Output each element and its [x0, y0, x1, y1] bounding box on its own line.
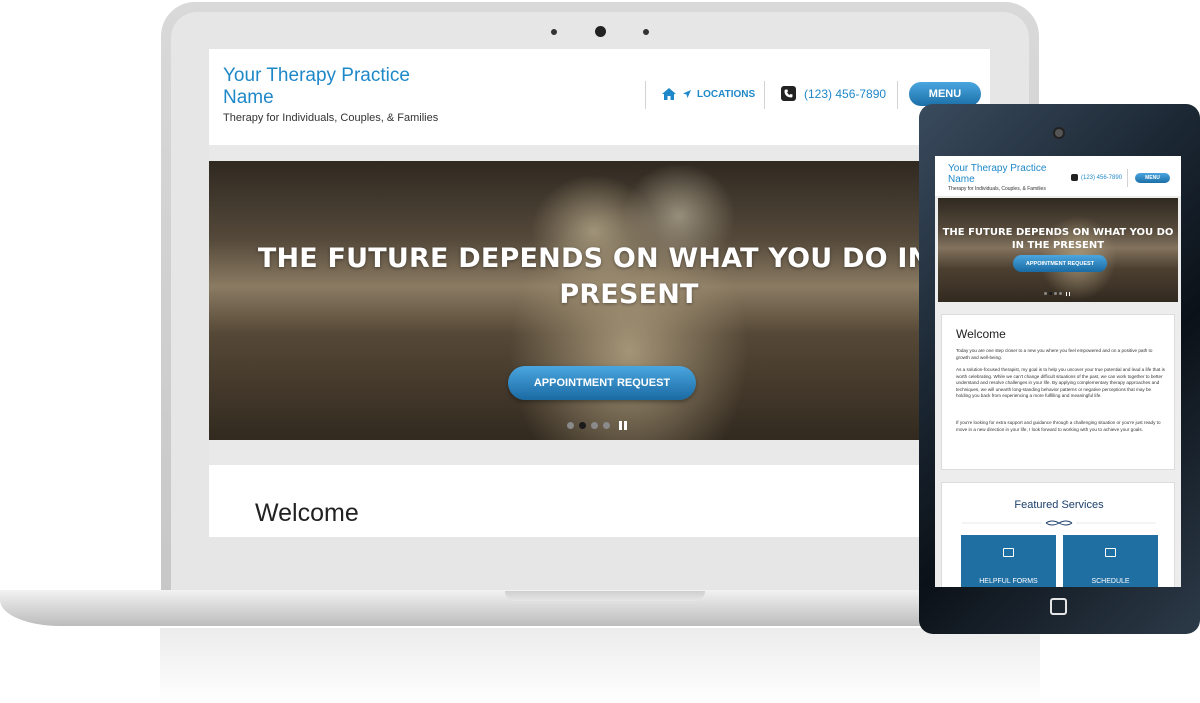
service-tile-schedule[interactable]: SCHEDULE	[1063, 535, 1158, 587]
slider-dots	[567, 421, 627, 430]
laptop-sensor-dot	[551, 29, 557, 35]
hero-slider: THE FUTURE DEPENDS ON WHAT YOU DO IN THE…	[209, 161, 990, 440]
mobile-site-header: Your Therapy Practice Name Therapy for I…	[935, 156, 1181, 196]
nav-divider	[1127, 169, 1128, 187]
device-mockup-stage: Your Therapy Practice Name Therapy for I…	[0, 0, 1200, 703]
featured-services-section: Featured Services HELPFUL FORMS SCHEDULE	[941, 482, 1175, 587]
service-tile-label: HELPFUL FORMS	[979, 578, 1038, 585]
slider-dot[interactable]	[567, 422, 574, 429]
laptop-screen: Your Therapy Practice Name Therapy for I…	[209, 49, 990, 537]
slider-dot-active[interactable]	[579, 422, 586, 429]
appointment-request-button[interactable]: APPOINTMENT REQUEST	[508, 366, 696, 400]
flourish-divider-icon	[962, 520, 1156, 526]
tablet-home-button[interactable]	[1050, 598, 1067, 615]
slider-dot[interactable]	[591, 422, 598, 429]
home-icon[interactable]	[661, 87, 677, 101]
featured-services-heading: Featured Services	[1014, 499, 1104, 511]
site-header: Your Therapy Practice Name Therapy for I…	[209, 49, 990, 145]
tablet-camera-icon	[1053, 127, 1065, 139]
mobile-welcome-section: Welcome Today you are one step closer to…	[941, 314, 1175, 470]
site-tagline: Therapy for Individuals, Couples, & Fami…	[223, 112, 439, 124]
slider-dot[interactable]	[603, 422, 610, 429]
welcome-paragraph: If you're looking for extra support and …	[956, 420, 1161, 432]
mobile-site-name[interactable]: Your Therapy Practice Name	[948, 163, 1058, 185]
phone-icon	[1071, 174, 1078, 181]
mobile-phone-number[interactable]: (123) 456-7890	[1081, 175, 1122, 181]
mobile-hero-slider: THE FUTURE DEPENDS ON WHAT YOU DO IN THE…	[938, 198, 1178, 302]
phone-link[interactable]: (123) 456-7890	[781, 86, 886, 101]
location-arrow-icon	[683, 90, 691, 98]
service-tile-helpful-forms[interactable]: HELPFUL FORMS	[961, 535, 1056, 587]
phone-number[interactable]: (123) 456-7890	[804, 87, 886, 101]
welcome-heading: Welcome	[255, 499, 359, 527]
pause-icon[interactable]	[1066, 292, 1070, 296]
brand[interactable]: Your Therapy Practice Name Therapy for I…	[223, 65, 453, 124]
phone-icon	[781, 86, 796, 101]
slider-dot[interactable]	[1059, 292, 1062, 295]
mobile-menu-button[interactable]: MENU	[1135, 173, 1170, 183]
welcome-paragraph: As a solution-focused therapist, my goal…	[956, 367, 1165, 399]
tablet-screen: Your Therapy Practice Name Therapy for I…	[935, 156, 1181, 587]
site-name[interactable]: Your Therapy Practice Name	[223, 65, 453, 109]
laptop-reflection	[160, 628, 1040, 703]
laptop-camera-icon	[595, 26, 606, 37]
nav-divider	[645, 81, 646, 109]
nav-divider	[764, 81, 765, 109]
locations-link[interactable]: LOCATIONS	[661, 87, 755, 101]
welcome-paragraph: Today you are one step closer to a new y…	[956, 348, 1153, 360]
mobile-phone-link[interactable]: (123) 456-7890	[1071, 174, 1122, 181]
forms-icon	[1003, 548, 1014, 557]
laptop-sensor-dot	[643, 29, 649, 35]
calendar-icon	[1105, 548, 1116, 557]
mobile-slider-dots	[1044, 292, 1070, 296]
service-tile-label: SCHEDULE	[1091, 578, 1130, 585]
laptop-notch	[505, 591, 705, 601]
pause-icon[interactable]	[619, 421, 627, 430]
mobile-appointment-request-button[interactable]: APPOINTMENT REQUEST	[1013, 255, 1107, 272]
mobile-site-tagline: Therapy for Individuals, Couples, & Fami…	[948, 186, 1046, 192]
locations-label: LOCATIONS	[697, 88, 756, 100]
welcome-section: Welcome	[209, 465, 990, 537]
slider-dot[interactable]	[1044, 292, 1047, 295]
menu-button[interactable]: MENU	[909, 82, 981, 106]
mobile-hero-headline: THE FUTURE DEPENDS ON WHAT YOU DO IN THE…	[942, 227, 1174, 251]
mobile-welcome-heading: Welcome	[956, 327, 1006, 341]
hero-headline: THE FUTURE DEPENDS ON WHAT YOU DO IN THE…	[257, 243, 990, 310]
slider-dot[interactable]	[1054, 292, 1057, 295]
nav-divider	[897, 81, 898, 109]
slider-dot-active[interactable]	[1049, 292, 1052, 295]
